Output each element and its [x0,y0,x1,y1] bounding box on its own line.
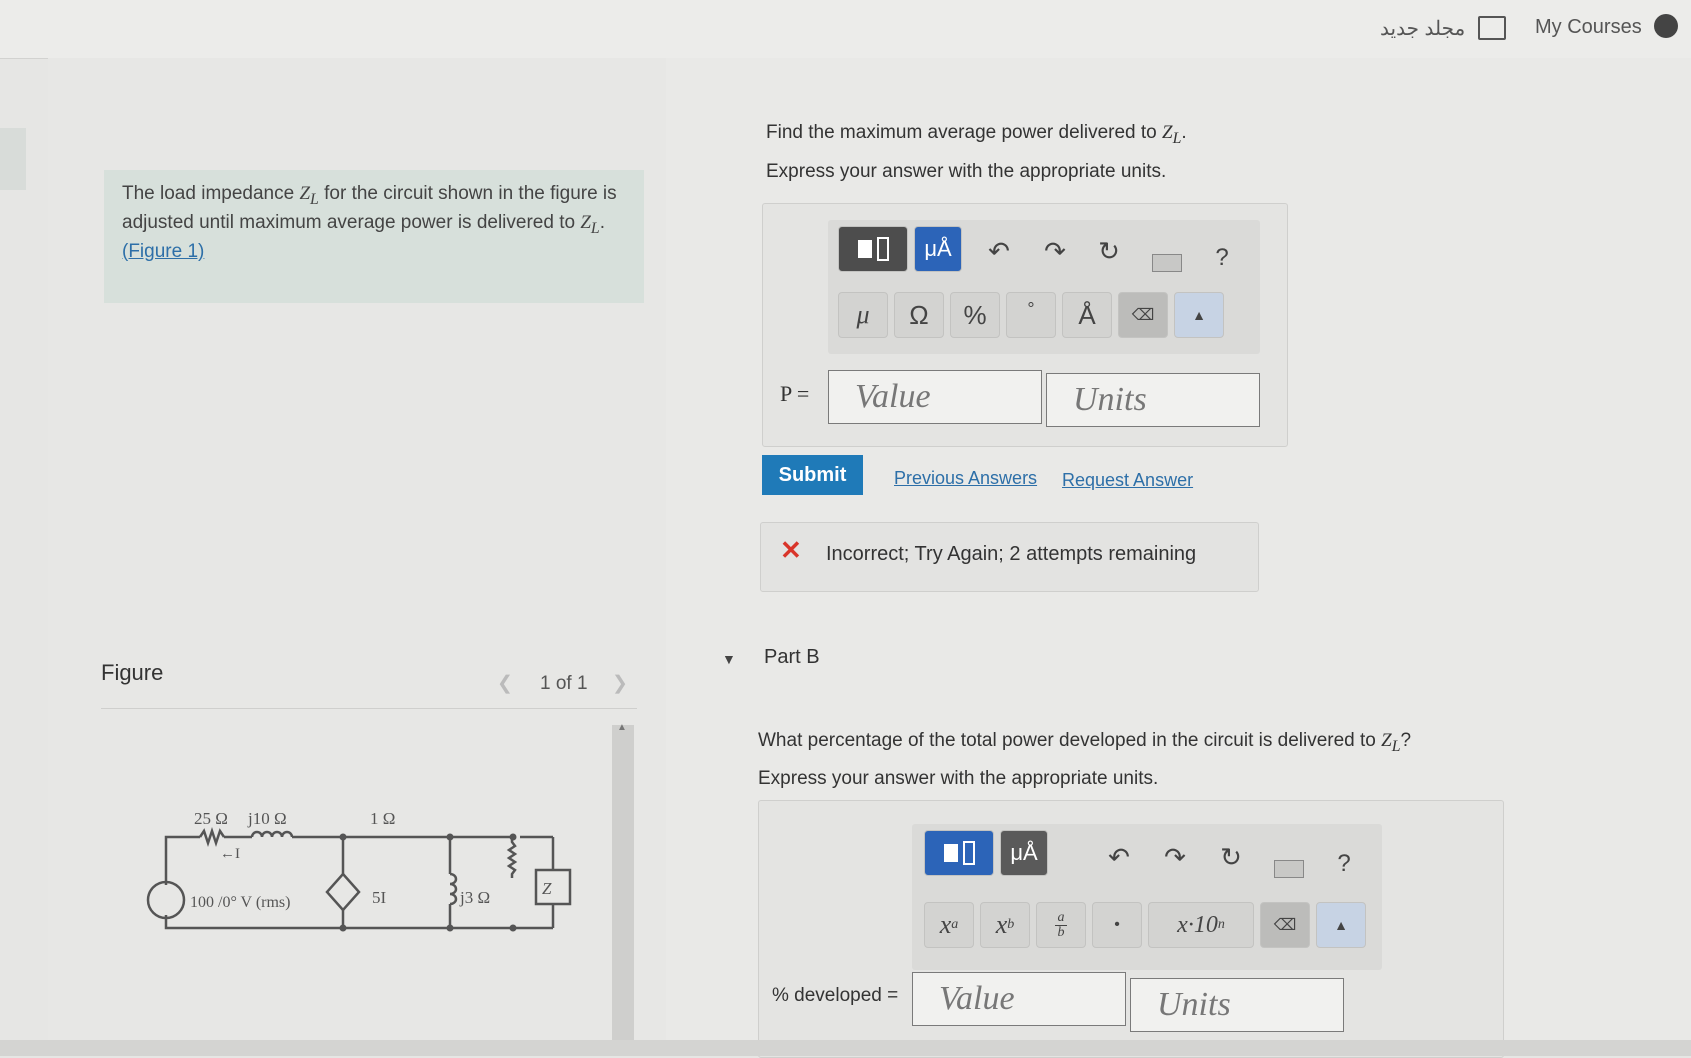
keyboard-toggle-icon: ▲ [1334,917,1348,933]
figure-title: Figure [101,660,164,685]
keyboard-icon[interactable] [1274,860,1304,878]
part-b-instructions: Express your answer with the appropriate… [758,768,1159,789]
my-courses-link[interactable]: My Courses [1535,16,1642,39]
undo-icon[interactable]: ↶ [984,236,1014,267]
undo-icon[interactable]: ↶ [1104,842,1134,873]
part-b-units-input[interactable]: Units [1130,978,1344,1032]
keyboard-toggle-button[interactable]: ▲ [1174,292,1224,338]
redo-icon[interactable]: ↷ [1160,842,1190,873]
templates-button-b[interactable] [924,830,994,876]
keyboard-toggle-icon: ▲ [1192,307,1206,323]
figure-scrollbar[interactable] [612,725,634,1056]
scroll-up-icon[interactable]: ▲ [617,722,627,733]
current-symbol: I [235,846,240,862]
multiply-dot-button[interactable]: • [1092,902,1142,948]
feedback-message: Incorrect; Try Again; 2 attempts remaini… [826,543,1197,565]
units-button-b[interactable]: μÅ [1000,830,1048,876]
reactance-j10-label: j10 Ω [247,809,287,828]
part-a-value-input[interactable]: Value [828,370,1042,424]
submit-button[interactable]: Submit [762,455,863,495]
new-folder-link[interactable]: مجلد جديد [1380,16,1465,41]
templates-icon [943,844,958,862]
bottom-strip [0,1040,1691,1056]
help-icon[interactable]: ? [1210,244,1234,272]
p-variable-label: P = [780,381,810,406]
backspace-button[interactable]: ⌫ [1260,902,1310,948]
backspace-button[interactable]: ⌫ [1118,292,1168,338]
scientific-notation-button[interactable]: x·10 n [1148,902,1254,948]
user-avatar-icon[interactable] [1654,14,1678,38]
figure-link[interactable]: (Figure 1) [122,241,204,262]
figure-divider [101,708,637,709]
dependent-source-label: 5I [372,888,387,907]
percent-developed-label: % developed = [772,985,899,1006]
reset-icon[interactable]: ↻ [1094,236,1124,267]
mu-button[interactable]: μ [838,292,888,338]
top-bar: مجلد جديد My Courses [0,0,1691,59]
fraction-button[interactable]: ab [1036,902,1086,948]
backspace-icon: ⌫ [1273,917,1297,934]
part-b-title[interactable]: Part B [764,646,820,669]
folder-icon[interactable] [1478,16,1506,40]
left-edge-tab [0,128,26,190]
subscript-button[interactable]: xb [980,902,1030,948]
load-zl-label: Z [542,879,552,898]
part-a-instructions: Express your answer with the appropriate… [766,161,1167,182]
incorrect-icon: ✕ [780,535,802,565]
prev-figure-icon[interactable]: ❮ [497,672,513,695]
ohm-button[interactable]: Ω [894,292,944,338]
backspace-icon: ⌫ [1131,307,1155,324]
problem-statement: The load impedance ZL for the circuit sh… [122,183,617,262]
request-answer-link[interactable]: Request Answer [1062,470,1193,491]
resistor-1-label: 1 Ω [370,809,395,828]
keyboard-icon[interactable] [1152,254,1182,272]
angstrom-button[interactable]: Å [1062,292,1112,338]
part-b-value-input[interactable]: Value [912,972,1126,1026]
collapse-part-b-icon[interactable]: ▼ [722,651,736,667]
degree-button[interactable]: ° [1006,292,1056,338]
superscript-button[interactable]: xa [924,902,974,948]
next-figure-icon[interactable]: ❯ [612,672,628,695]
redo-icon[interactable]: ↷ [1040,236,1070,267]
templates-icon [857,240,872,258]
percent-button[interactable]: % [950,292,1000,338]
current-label: ← [220,846,235,862]
units-button[interactable]: μÅ [914,226,962,272]
circuit-diagram: 25 Ω j10 Ω 1 Ω ← I 100 /0° V (rms) 5I j3… [146,809,572,932]
keyboard-toggle-button[interactable]: ▲ [1316,902,1366,948]
previous-answers-link[interactable]: Previous Answers [894,468,1037,489]
resistor-25-label: 25 Ω [194,809,228,828]
templates-button[interactable] [838,226,908,272]
reset-icon[interactable]: ↻ [1216,842,1246,873]
figure-page-indicator: 1 of 1 [540,673,588,694]
part-a-question: Find the maximum average power delivered… [766,122,1187,147]
voltage-source-label: 100 /0° V (rms) [190,894,290,911]
inductor-j3-label: j3 Ω [459,888,490,907]
part-a-units-input[interactable]: Units [1046,373,1260,427]
help-icon[interactable]: ? [1332,850,1356,878]
part-b-question: What percentage of the total power devel… [758,730,1412,755]
